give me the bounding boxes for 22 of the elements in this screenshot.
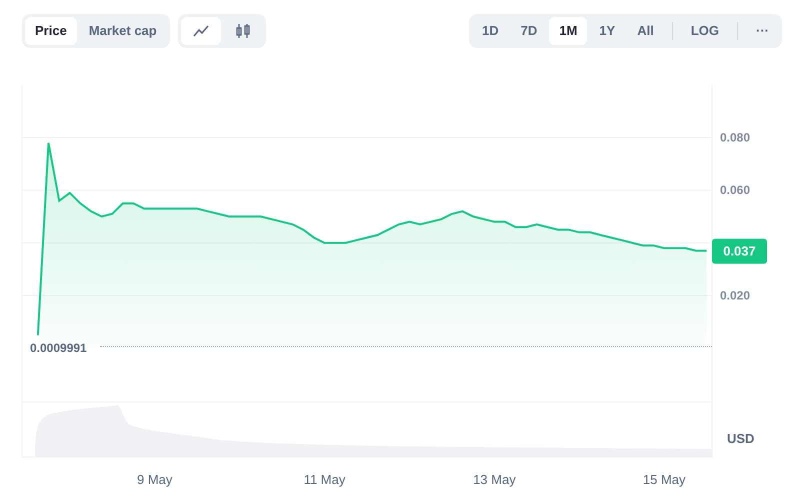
log-scale-button[interactable]: LOG [680,17,729,45]
x-tick-label: 11 May [304,472,346,487]
metric-tab[interactable]: Market cap [78,17,167,45]
range-tab[interactable]: 1Y [589,17,626,45]
x-tick-label: 9 May [137,472,172,487]
more-button[interactable]: ··· [746,17,779,45]
y-tick-label: 0.060 [720,183,750,198]
range-tab[interactable]: 1D [472,17,509,45]
x-tick-label: 15 May [642,472,686,487]
low-price-label: 0.0009991 [30,341,87,355]
line-chart-button[interactable] [180,17,221,45]
range-tab[interactable]: All [627,17,664,45]
y-tick-label: 0.080 [720,130,750,145]
metric-tab[interactable]: Price [25,17,77,45]
candlestick-icon [234,23,251,39]
range-tab[interactable]: 1M [549,17,588,45]
line-chart-icon [192,24,209,38]
y-tick-label: 0.020 [720,288,750,302]
currency-label: USD [727,431,754,446]
range-tab[interactable]: 7D [510,17,548,45]
x-tick-label: 13 May [473,472,516,487]
current-price-badge: 0.037 [712,238,767,264]
